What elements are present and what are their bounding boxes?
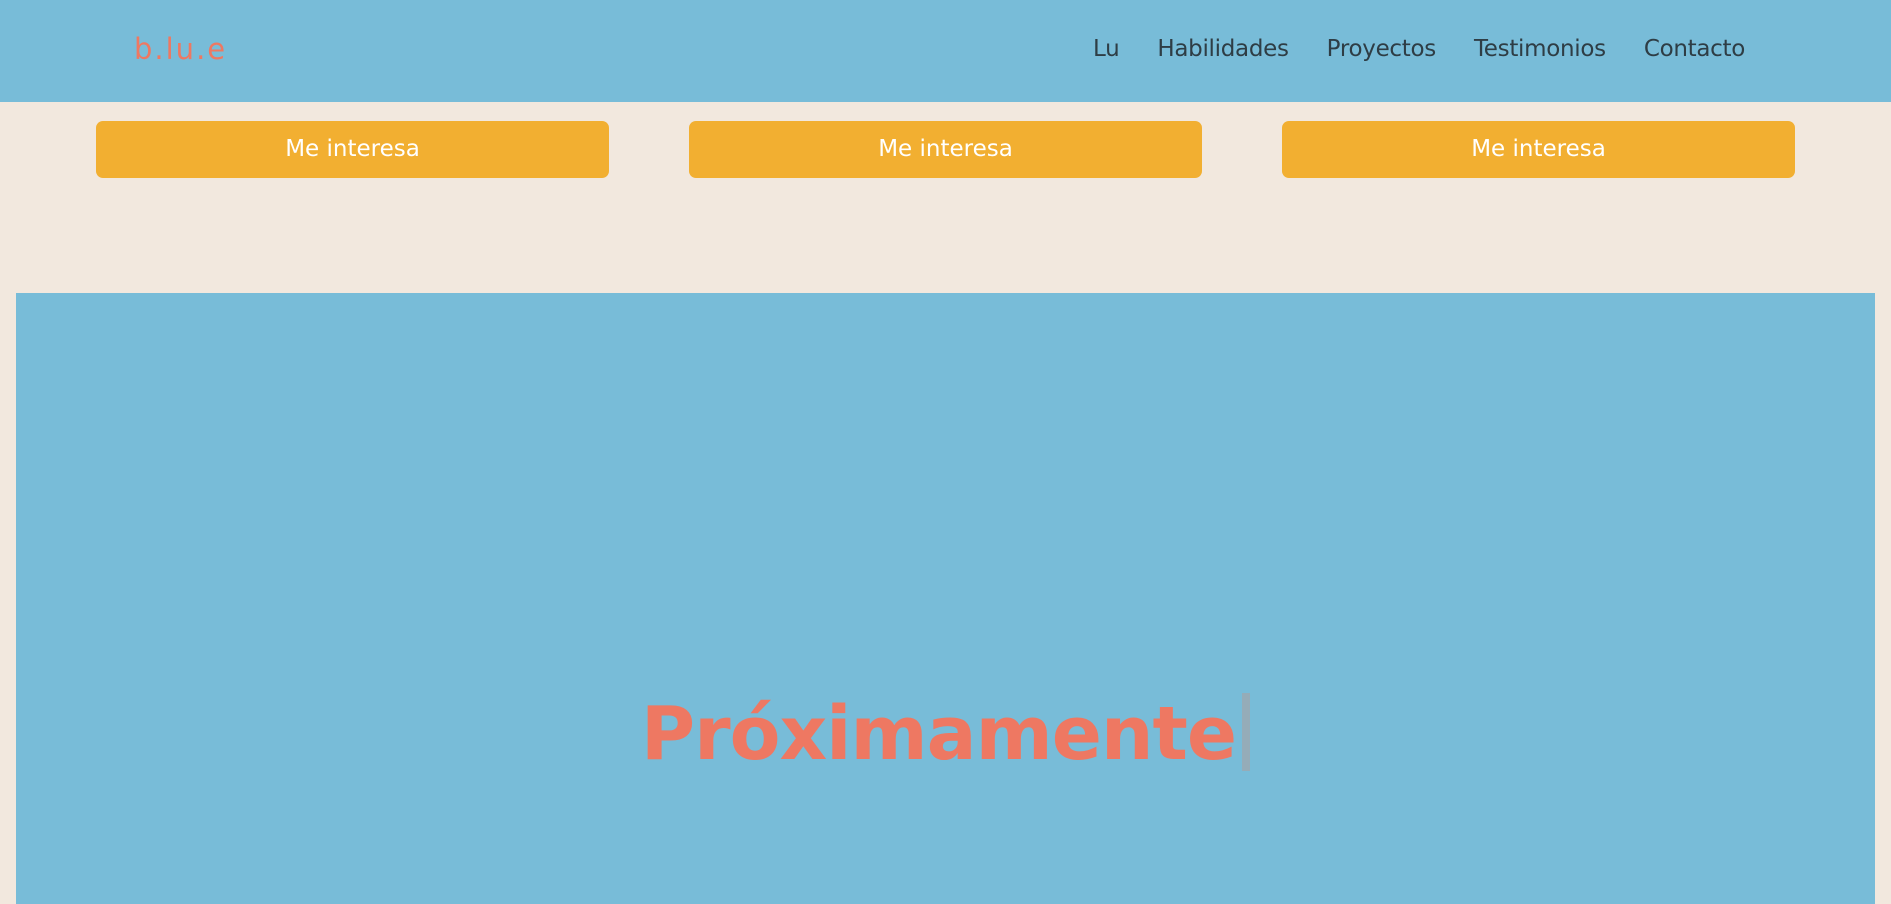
nav-link-testimonios[interactable]: Testimonios [1474, 29, 1606, 69]
coming-soon-section: Próximamente [16, 293, 1875, 904]
me-interesa-button-1[interactable]: Me interesa [96, 121, 609, 178]
cards-button-row: Me interesa Me interesa Me interesa [0, 121, 1891, 178]
main-nav: Lu Habilidades Proyectos Testimonios Con… [1093, 29, 1745, 69]
me-interesa-button-2[interactable]: Me interesa [689, 121, 1202, 178]
navbar: b.lu.e Lu Habilidades Proyectos Testimon… [0, 0, 1891, 102]
logo-link[interactable]: b.lu.e [134, 29, 227, 69]
nav-link-lu[interactable]: Lu [1093, 29, 1120, 69]
nav-link-habilidades[interactable]: Habilidades [1157, 29, 1289, 69]
me-interesa-button-3[interactable]: Me interesa [1282, 121, 1795, 178]
nav-link-contacto[interactable]: Contacto [1644, 29, 1745, 69]
typing-cursor [1242, 692, 1251, 771]
coming-soon-heading: Próximamente [16, 691, 1875, 777]
nav-link-proyectos[interactable]: Proyectos [1327, 29, 1437, 69]
coming-soon-text: Próximamente [640, 690, 1237, 777]
